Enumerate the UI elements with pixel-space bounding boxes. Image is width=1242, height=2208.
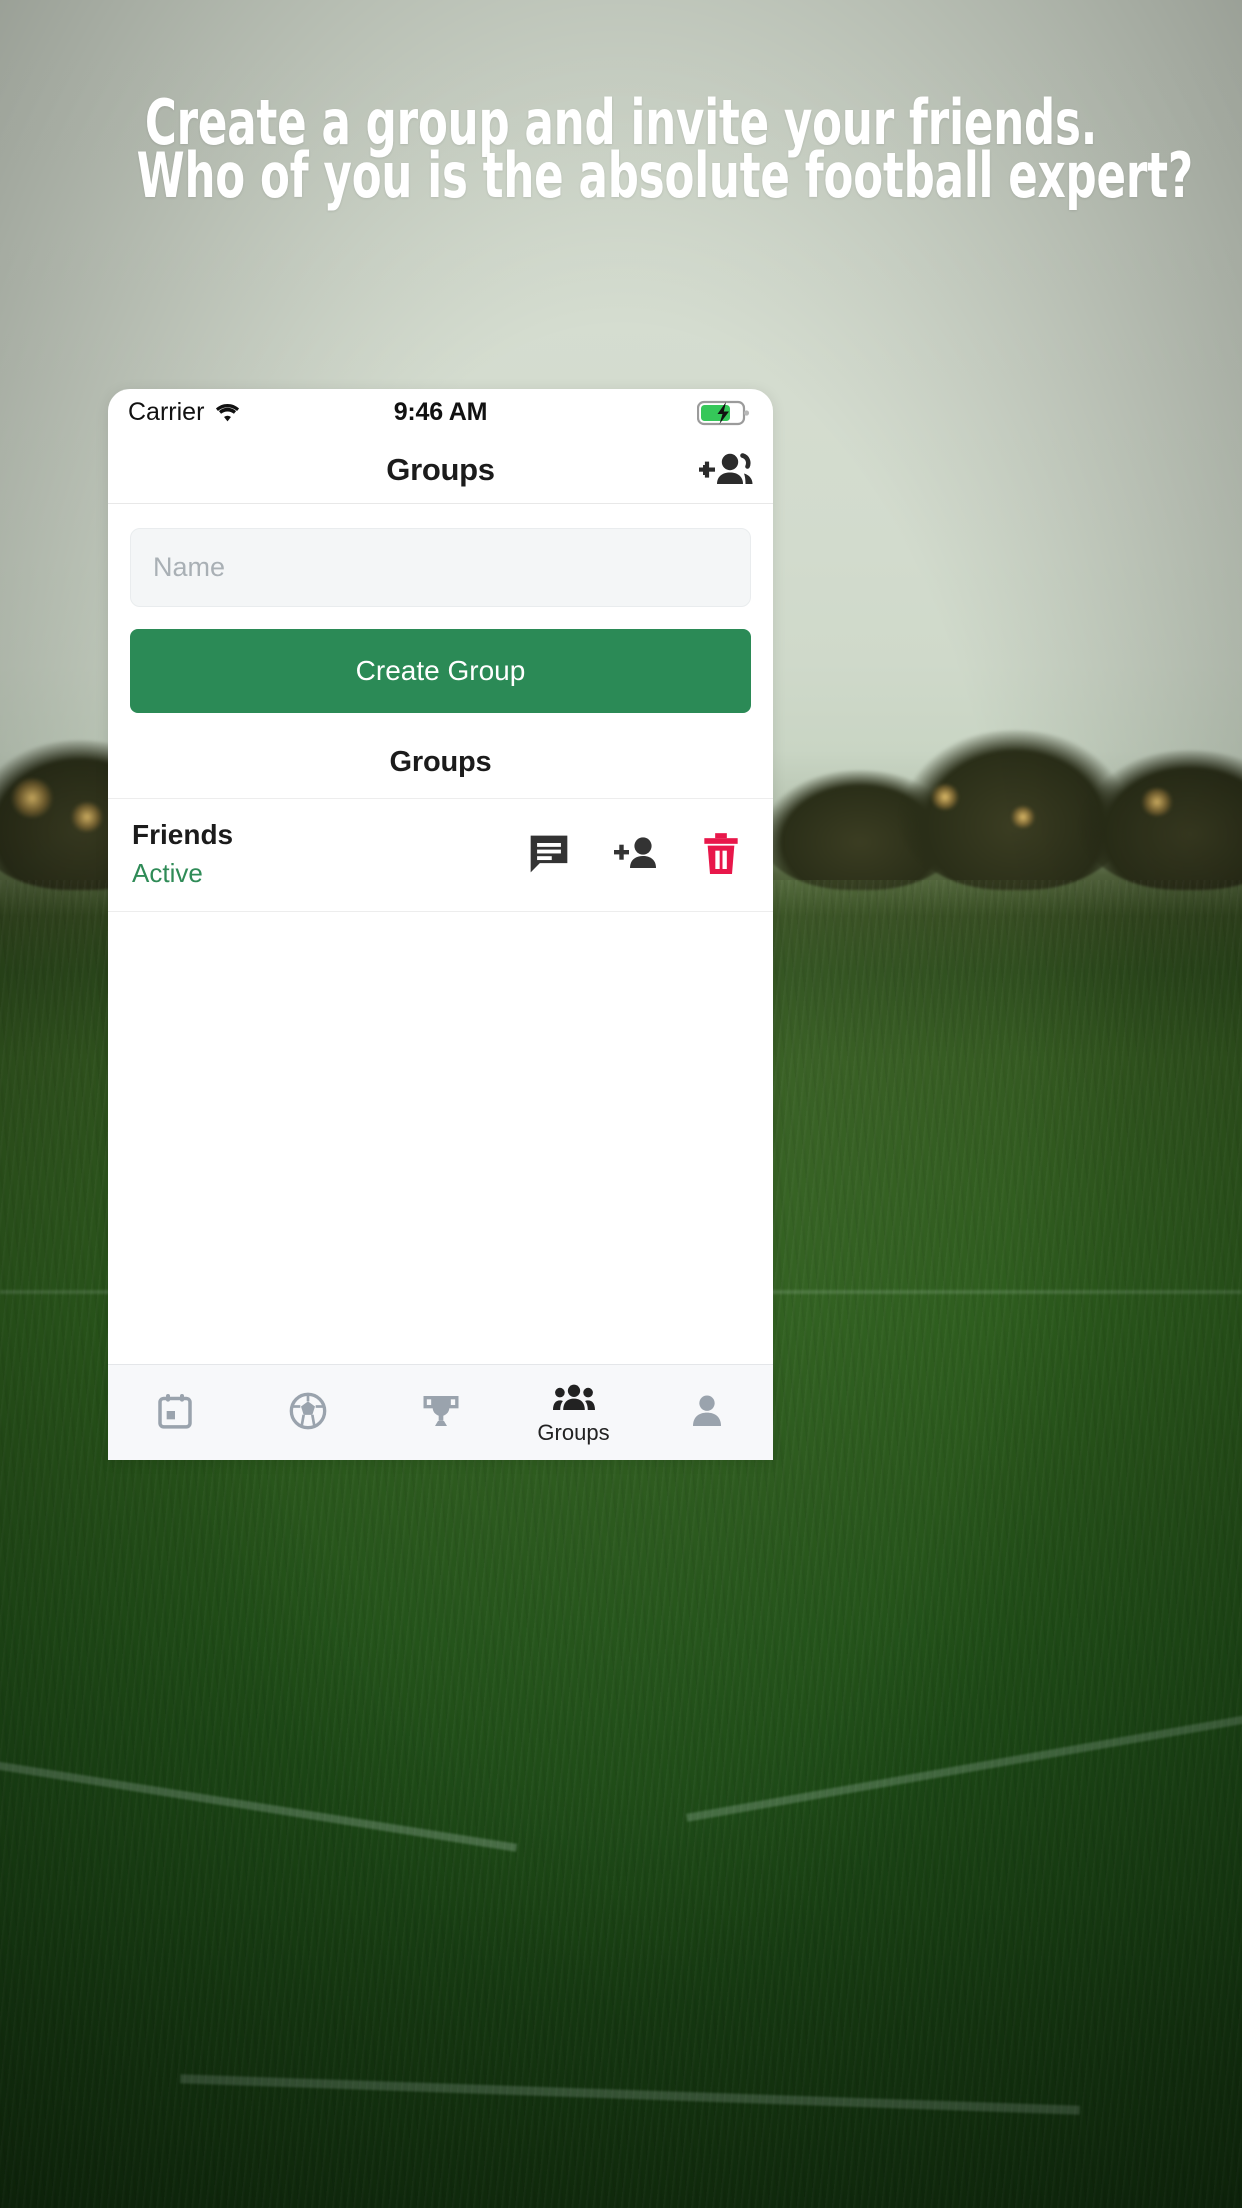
delete-group-button[interactable]: [701, 832, 741, 876]
promo-headline: Create a group and invite your friends. …: [136, 92, 1193, 212]
trophy-icon: [421, 1391, 461, 1431]
chat-icon: [527, 832, 571, 876]
row-actions: [527, 832, 749, 876]
create-group-button[interactable]: Create Group: [130, 629, 751, 713]
create-group-form: Create Group: [108, 504, 773, 713]
tab-groups-label: Groups: [537, 1419, 610, 1445]
add-person-icon: [613, 833, 659, 875]
add-member-button[interactable]: [613, 833, 659, 875]
list-empty-area: [108, 912, 773, 1364]
battery-charging-icon: [697, 399, 753, 427]
football-icon: [288, 1391, 328, 1431]
person-icon: [687, 1391, 727, 1431]
tab-groups[interactable]: Groups: [507, 1380, 640, 1446]
groups-icon: [552, 1380, 595, 1416]
add-people-icon: [697, 450, 755, 490]
status-bar-time: 9:46 AM: [393, 398, 488, 426]
groups-section-header: Groups: [108, 727, 773, 799]
group-name-input[interactable]: [130, 528, 751, 607]
add-people-button[interactable]: [697, 450, 755, 490]
nav-bar: Groups: [108, 436, 773, 504]
calendar-icon: [155, 1391, 195, 1431]
tab-bar: Groups: [108, 1364, 773, 1460]
group-status-label: Active: [132, 858, 203, 888]
phone-screenshot: Carrier 9:46 AM Groups Name Create Group…: [108, 389, 773, 1460]
chat-button[interactable]: [527, 832, 571, 876]
tab-matches[interactable]: [241, 1391, 374, 1435]
group-info: Friends Active: [132, 819, 233, 889]
tab-profile[interactable]: [640, 1391, 773, 1435]
page-title: Groups: [386, 451, 495, 487]
trash-icon: [701, 832, 741, 876]
group-name-label: Friends: [132, 819, 234, 850]
status-bar: Carrier 9:46 AM: [108, 389, 773, 436]
tab-calendar[interactable]: [108, 1391, 241, 1435]
table-row[interactable]: Friends Active: [108, 799, 773, 912]
headline-line-2: Who of you is the absolute football expe…: [136, 139, 1193, 212]
tab-leaderboard[interactable]: [374, 1391, 507, 1435]
